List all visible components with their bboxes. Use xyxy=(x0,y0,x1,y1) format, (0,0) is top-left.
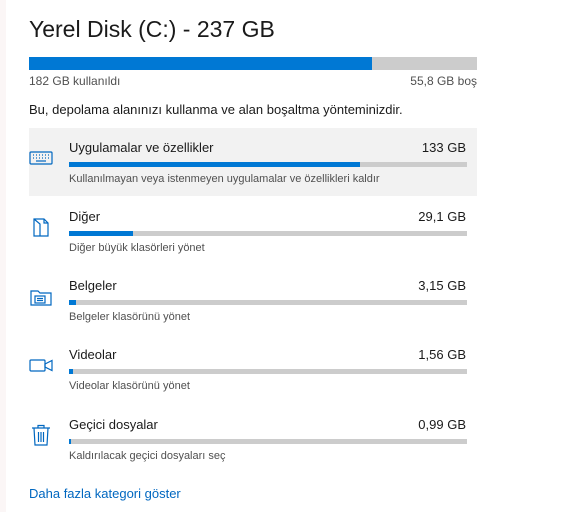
category-usage-bar xyxy=(69,162,467,167)
category-size: 133 GB xyxy=(421,140,466,155)
category-size: 29,1 GB xyxy=(418,209,466,224)
free-space-label: 55,8 GB boş xyxy=(410,74,477,88)
category-usage-bar xyxy=(69,369,467,374)
category-name: Videolar xyxy=(69,347,117,362)
keyboard-icon xyxy=(29,146,53,170)
show-more-categories-link[interactable]: Daha fazla kategori göster xyxy=(29,486,181,501)
total-usage-fill xyxy=(29,57,372,70)
category-usage-bar xyxy=(69,439,467,444)
category-temp-files[interactable]: Geçici dosyalar 0,99 GB Kaldırılacak geç… xyxy=(29,405,477,473)
video-camera-icon xyxy=(29,353,53,377)
category-usage-bar xyxy=(69,300,467,305)
used-space-label: 182 GB kullanıldı xyxy=(29,74,121,88)
description-text: Bu, depolama alanınızı kullanma ve alan … xyxy=(29,102,403,117)
category-usage-fill xyxy=(69,369,73,374)
category-apps[interactable]: Uygulamalar ve özellikler 133 GB Kullanı… xyxy=(29,128,477,196)
category-size: 0,99 GB xyxy=(418,417,466,432)
page-title: Yerel Disk (C:) - 237 GB xyxy=(29,16,275,42)
category-subtitle: Videolar klasörünü yönet xyxy=(69,380,190,392)
category-documents[interactable]: Belgeler 3,15 GB Belgeler klasörünü yöne… xyxy=(29,266,477,334)
total-usage-bar xyxy=(29,57,477,70)
category-subtitle: Belgeler klasörünü yönet xyxy=(69,311,191,323)
category-usage-fill xyxy=(69,439,72,444)
category-usage-fill xyxy=(69,231,133,236)
category-usage-fill xyxy=(69,162,360,167)
other-files-icon xyxy=(29,215,53,239)
category-usage-fill xyxy=(69,300,77,305)
category-other[interactable]: Diğer 29,1 GB Diğer büyük klasörleri yön… xyxy=(29,197,477,265)
category-name: Uygulamalar ve özellikler xyxy=(69,140,214,155)
category-subtitle: Diğer büyük klasörleri yönet xyxy=(69,242,205,254)
documents-folder-icon xyxy=(29,284,53,308)
category-usage-bar xyxy=(69,231,467,236)
category-size: 3,15 GB xyxy=(418,278,466,293)
category-name: Diğer xyxy=(69,209,101,224)
category-videos[interactable]: Videolar 1,56 GB Videolar klasörünü yöne… xyxy=(29,335,477,403)
category-subtitle: Kullanılmayan veya istenmeyen uygulamala… xyxy=(69,173,380,185)
category-subtitle: Kaldırılacak geçici dosyaları seç xyxy=(69,450,226,462)
category-size: 1,56 GB xyxy=(418,347,466,362)
category-name: Geçici dosyalar xyxy=(69,417,158,432)
trash-icon xyxy=(29,423,53,447)
window-edge xyxy=(0,0,6,512)
category-name: Belgeler xyxy=(69,278,117,293)
